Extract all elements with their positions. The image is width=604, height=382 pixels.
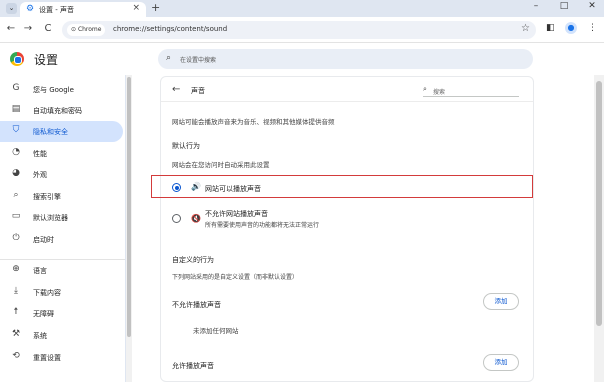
settings-gear-icon: ⚙ (26, 4, 35, 14)
main-scrollbar[interactable] (594, 75, 604, 382)
minimize-icon[interactable]: – (526, 1, 546, 11)
sidebar-item-label: 隐私和安全 (33, 128, 68, 136)
reload-icon[interactable]: C (41, 23, 55, 34)
settings-sidebar: G 您与 Google ▤ 自动填充和密码 ⛉ 隐私和安全 ◔ 性能 ◕ 外观 … (0, 75, 125, 382)
not-allowed-heading: 不允许播放声音 (172, 301, 221, 309)
browser-icon: ▭ (11, 211, 21, 221)
option-block-label[interactable]: 不允许网站播放声音 (205, 209, 268, 219)
sidebar-item-google[interactable]: G 您与 Google (0, 79, 123, 100)
sidebar-item-accessibility[interactable]: ☨ 无障碍 (0, 303, 123, 324)
sidebar-item-label: 外观 (33, 171, 47, 179)
radio-block-sound[interactable] (172, 214, 181, 223)
card-divider (161, 101, 533, 102)
card-search-input[interactable]: ⌕ 搜索 (423, 84, 519, 97)
allowed-heading: 允许播放声音 (172, 362, 214, 370)
download-icon: ⤓ (14, 286, 18, 296)
tab-title: 设置 - 声音 (39, 6, 74, 14)
page-title: 设置 (34, 53, 59, 67)
chrome-chip-label: Chrome (77, 26, 102, 33)
settings-search-input[interactable]: ⌕ 在设置中搜索 (158, 49, 533, 69)
chrome-site-chip[interactable]: ⊙ Chrome (67, 24, 106, 36)
sidebar-item-label: 默认浏览器 (33, 214, 68, 222)
tab-strip: ⌄ ⚙ 设置 - 声音 × + – □ ✕ (0, 0, 604, 17)
sidebar-item-label: 下载内容 (33, 289, 61, 297)
sidebar-item-label: 系统 (33, 332, 47, 340)
sidebar-item-autofill[interactable]: ▤ 自动填充和密码 (0, 100, 123, 121)
default-behavior-subtext: 网站会在您访问时自动采用此设置 (172, 161, 270, 169)
accessibility-icon: ☨ (13, 307, 19, 317)
sidebar-item-downloads[interactable]: ⤓ 下载内容 (0, 282, 123, 303)
custom-behavior-heading: 自定义的行为 (172, 256, 214, 264)
sound-settings-card: ← 声音 ⌕ 搜索 网站可能会播放声音来为音乐、视频和其他媒体提供音频 默认行为… (160, 76, 534, 382)
globe-icon: ⊕ (12, 264, 20, 274)
address-bar[interactable]: ⊙ Chrome chrome://settings/content/sound… (62, 21, 536, 39)
section-title: 声音 (191, 87, 205, 95)
sidebar-item-search-engine[interactable]: ⌕ 搜索引擎 (0, 186, 123, 207)
card-search-placeholder: 搜索 (433, 89, 446, 96)
sidebar-item-label: 启动时 (33, 236, 54, 244)
search-placeholder: 在设置中搜索 (180, 57, 217, 64)
new-tab-icon[interactable]: + (151, 1, 160, 14)
sidebar-item-privacy[interactable]: ⛉ 隐私和安全 (0, 121, 123, 142)
settings-header: 设置 ⌕ 在设置中搜索 (0, 43, 604, 75)
google-icon: G (12, 83, 20, 93)
intro-text: 网站可能会播放声音来为音乐、视频和其他媒体提供音频 (172, 118, 335, 126)
menu-dots-icon[interactable]: ⋮ (588, 23, 597, 33)
sidebar-item-label: 语言 (33, 267, 47, 275)
sidebar-scroll-thumb[interactable] (127, 77, 131, 337)
performance-icon: ◔ (12, 147, 20, 157)
sidebar-item-label: 无障碍 (33, 310, 54, 318)
sidebar-item-label: 搜索引擎 (33, 193, 61, 201)
sidebar-item-appearance[interactable]: ◕ 外观 (0, 164, 123, 185)
sidebar-item-label: 您与 Google (33, 86, 74, 94)
autofill-icon: ▤ (11, 104, 21, 114)
custom-behavior-subtext: 下列网站采用的是自定义设置（而非默认设置） (172, 274, 299, 281)
option-block-subtext: 所有需要使用声音的功能都将无法正常运行 (205, 222, 320, 229)
profile-avatar-icon[interactable]: ● (565, 22, 577, 34)
sidebar-item-default-browser[interactable]: ▭ 默认浏览器 (0, 207, 123, 228)
highlight-box (151, 175, 533, 198)
sidebar-item-languages[interactable]: ⊕ 语言 (0, 260, 123, 281)
search-icon: ⌕ (423, 85, 427, 93)
side-panel-icon[interactable]: ◧ (546, 23, 555, 33)
sidebar-item-on-startup[interactable]: ⏻ 启动时 (0, 229, 123, 250)
close-window-icon[interactable]: ✕ (582, 1, 602, 11)
default-behavior-heading: 默认行为 (172, 142, 200, 150)
wrench-icon: ⚒ (11, 329, 21, 339)
tab-search-icon[interactable]: ⌄ (6, 3, 17, 14)
browser-toolbar: ← → C ⊙ Chrome chrome://settings/content… (0, 17, 604, 43)
no-sites-text: 未添加任何网站 (193, 327, 239, 335)
sidebar-item-label: 重置设置 (33, 354, 61, 362)
power-icon: ⏻ (12, 233, 20, 243)
reset-icon: ⟲ (12, 351, 20, 361)
forward-icon[interactable]: → (21, 23, 35, 34)
url-text[interactable]: chrome://settings/content/sound (113, 25, 227, 33)
tab-settings[interactable]: ⚙ 设置 - 声音 × (20, 2, 146, 17)
search-icon: ⌕ (166, 53, 172, 63)
chrome-chip-icon: ⊙ (71, 26, 78, 33)
chrome-logo-icon (10, 52, 24, 66)
bookmark-star-icon[interactable]: ☆ (521, 23, 530, 34)
sidebar-item-system[interactable]: ⚒ 系统 (0, 325, 123, 346)
main-scroll-thumb[interactable] (596, 81, 602, 326)
search-engine-icon: ⌕ (13, 190, 19, 200)
sidebar-item-label: 性能 (33, 150, 47, 158)
sidebar-item-label: 自动填充和密码 (33, 107, 82, 115)
back-icon[interactable]: ← (4, 23, 18, 34)
maximize-icon[interactable]: □ (554, 1, 574, 11)
tab-close-icon[interactable]: × (132, 3, 140, 13)
sidebar-item-performance[interactable]: ◔ 性能 (0, 143, 123, 164)
add-not-allowed-button[interactable]: 添加 (483, 293, 519, 310)
add-allowed-button[interactable]: 添加 (483, 354, 519, 371)
sidebar-item-reset[interactable]: ⟲ 重置设置 (0, 347, 123, 368)
shield-icon: ⛉ (12, 125, 20, 135)
palette-icon: ◕ (12, 168, 20, 178)
speaker-muted-icon: 🔇 (191, 214, 201, 223)
back-arrow-icon[interactable]: ← (172, 84, 180, 95)
